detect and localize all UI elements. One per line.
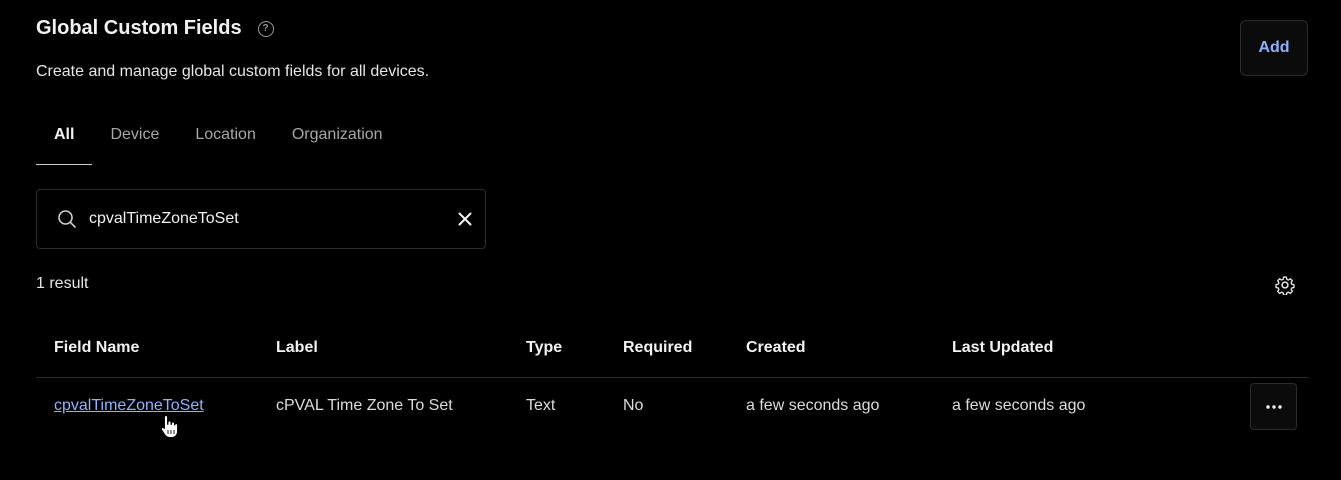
close-icon[interactable] [455, 209, 475, 229]
cell-last-updated: a few seconds ago [952, 397, 1086, 414]
page-title-text: Global Custom Fields [36, 17, 242, 39]
cell-label: cPVAL Time Zone To Set [276, 397, 453, 414]
cell-type: Text [526, 397, 556, 414]
more-horizontal-icon [1265, 404, 1282, 409]
row-actions-button[interactable] [1250, 383, 1297, 430]
tab-bar: All Device Location Organization [36, 112, 401, 165]
column-header-created[interactable]: Created [746, 339, 806, 357]
search-icon [58, 210, 76, 228]
search-input[interactable] [89, 190, 439, 248]
column-header-required[interactable]: Required [623, 339, 692, 357]
column-header-last-updated[interactable]: Last Updated [952, 339, 1053, 357]
table-divider [36, 377, 1309, 378]
page-title: Global Custom Fields ? [36, 17, 274, 40]
column-header-type[interactable]: Type [526, 339, 562, 357]
tab-all[interactable]: All [36, 112, 93, 165]
question-circle-icon[interactable]: ? [257, 20, 274, 37]
tab-organization[interactable]: Organization [274, 112, 401, 165]
page-subtitle: Create and manage global custom fields f… [36, 63, 430, 80]
result-count: 1 result [36, 275, 89, 292]
cell-created: a few seconds ago [746, 397, 880, 414]
column-header-field-name[interactable]: Field Name [54, 339, 139, 357]
search-box [36, 189, 486, 249]
column-header-label[interactable]: Label [276, 339, 318, 357]
tab-location[interactable]: Location [177, 112, 274, 165]
tab-device[interactable]: Device [92, 112, 177, 165]
gear-icon[interactable] [1275, 275, 1295, 295]
hand-pointer-cursor-icon [160, 414, 178, 438]
field-name-link[interactable]: cpvalTimeZoneToSet [54, 397, 204, 415]
add-button[interactable]: Add [1240, 20, 1308, 76]
cell-required: No [623, 397, 644, 414]
